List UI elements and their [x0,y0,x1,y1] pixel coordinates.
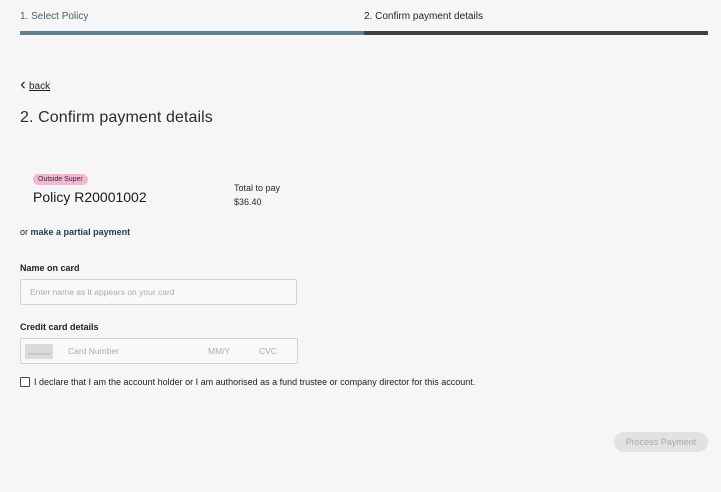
status-badge: Outside Super [33,174,88,185]
partial-payment-link[interactable]: make a partial payment [31,227,131,237]
declaration-checkbox[interactable] [20,377,30,387]
name-on-card-input[interactable] [20,279,297,305]
step-1-progress-bar [20,31,364,35]
total-to-pay-label: Total to pay [234,183,281,193]
declaration-text: I declare that I am the account holder o… [34,377,476,387]
credit-card-details-label: Credit card details [20,322,99,332]
policy-name: Policy R20001002 [33,189,147,205]
back-link[interactable]: back [20,81,50,92]
step-2-progress-bar [364,31,708,35]
card-number-field[interactable]: Card Number [68,346,119,356]
page-title: 2. Confirm payment details [20,109,213,126]
declaration-row: I declare that I am the account holder o… [20,377,475,387]
name-on-card-label: Name on card [20,263,80,273]
cvc-field[interactable]: CVC [259,346,277,356]
back-link-label: back [29,81,51,92]
credit-card-input[interactable]: Card Number MM/Y CVC [20,338,298,364]
credit-card-icon [25,344,53,359]
partial-payment-line: or make a partial payment [20,227,130,237]
partial-payment-prefix: or [20,227,29,237]
process-payment-button[interactable]: Process Payment [614,432,708,452]
chevron-left-icon [20,81,26,92]
total-to-pay-amount: $36.40 [234,197,262,207]
step-1-label: 1. Select Policy [20,11,89,22]
expiry-field[interactable]: MM/Y [208,346,230,356]
progress-stepper: 1. Select Policy 2. Confirm payment deta… [0,0,721,36]
step-2-label: 2. Confirm payment details [364,11,483,22]
